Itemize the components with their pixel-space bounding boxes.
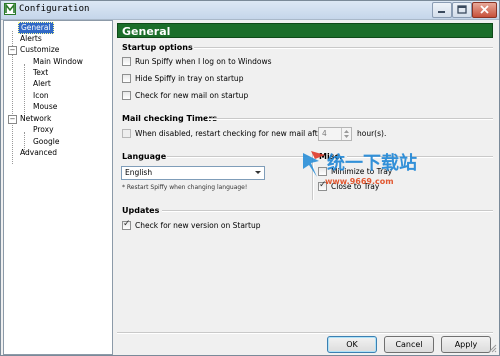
watermark-site: www.9669.com	[325, 177, 394, 186]
collapse-icon[interactable]: −	[8, 46, 17, 55]
tree-item-main-window[interactable]: Main Window	[33, 57, 83, 67]
divider	[167, 156, 309, 158]
language-title: Language	[122, 152, 167, 161]
cancel-button[interactable]: Cancel	[384, 336, 434, 353]
updates-title: Updates	[122, 206, 160, 215]
restart-checking-label[interactable]: When disabled, restart checking for new …	[135, 129, 325, 138]
configuration-window: Configuration General Alerts − Customize…	[0, 0, 500, 356]
restart-checking-checkbox[interactable]	[122, 129, 131, 138]
hours-unit-label: hour(s).	[357, 129, 387, 138]
chevron-down-icon	[255, 171, 261, 174]
page-heading: General	[117, 23, 493, 38]
collapse-icon[interactable]: −	[8, 115, 17, 124]
navigation-tree[interactable]: General Alerts − Customize Main Window T…	[3, 20, 113, 355]
app-logo-icon	[4, 3, 16, 15]
minimize-button[interactable]	[432, 2, 452, 18]
maximize-button[interactable]	[452, 2, 472, 18]
tree-item-icon[interactable]: Icon	[33, 91, 49, 101]
hide-in-tray-label[interactable]: Hide Spiffy in tray on startup	[135, 74, 243, 83]
divider	[207, 118, 493, 120]
language-select-value: English	[125, 168, 153, 177]
tree-item-general[interactable]: General	[18, 22, 54, 34]
tree-connector	[24, 64, 25, 120]
tree-item-proxy[interactable]: Proxy	[33, 125, 54, 135]
divider	[194, 47, 493, 49]
ok-button[interactable]: OK	[327, 336, 377, 353]
language-select[interactable]: English	[121, 166, 265, 180]
tree-item-alerts[interactable]: Alerts	[20, 34, 42, 44]
close-button[interactable]	[472, 2, 497, 18]
minimize-icon	[438, 11, 445, 13]
check-mail-on-startup-label[interactable]: Check for new mail on startup	[135, 91, 248, 100]
spinner-arrows-icon	[344, 130, 349, 138]
watermark-logo-icon	[303, 151, 325, 177]
tree-item-alert[interactable]: Alert	[33, 79, 51, 89]
tree-item-advanced[interactable]: Advanced	[20, 148, 57, 158]
startup-options-title: Startup options	[122, 43, 193, 52]
tree-item-mouse[interactable]: Mouse	[33, 102, 57, 112]
check-updates-label[interactable]: Check for new version on Startup	[135, 221, 260, 230]
restart-hours-value: 4	[322, 129, 327, 138]
hide-in-tray-checkbox[interactable]	[122, 74, 131, 83]
check-mail-on-startup-checkbox[interactable]	[122, 91, 131, 100]
title-bar[interactable]: Configuration	[1, 1, 499, 20]
check-updates-checkbox[interactable]	[122, 219, 131, 230]
tree-item-customize[interactable]: Customize	[20, 45, 59, 55]
spinner-buttons[interactable]	[341, 128, 351, 140]
watermark: 统一下载站 www.9669.com	[301, 149, 441, 193]
run-on-logon-label[interactable]: Run Spiffy when I log on to Windows	[135, 57, 272, 66]
run-on-logon-checkbox[interactable]	[122, 57, 131, 66]
resize-grip-icon[interactable]	[487, 343, 497, 353]
tree-item-google[interactable]: Google	[33, 137, 59, 147]
close-icon	[480, 5, 489, 14]
restart-note: * Restart Spiffy when changing language!	[122, 184, 248, 191]
tree-item-text[interactable]: Text	[33, 68, 48, 78]
window-title: Configuration	[19, 4, 90, 14]
maximize-icon	[457, 5, 467, 14]
restart-hours-spinner[interactable]: 4	[318, 127, 352, 141]
watermark-brand: 统一下载站	[327, 153, 417, 174]
divider	[162, 210, 493, 212]
divider	[117, 332, 493, 334]
mail-timers-title: Mail checking Timers	[122, 114, 218, 123]
tree-item-network[interactable]: Network	[20, 114, 51, 124]
apply-button[interactable]: Apply	[441, 336, 491, 353]
